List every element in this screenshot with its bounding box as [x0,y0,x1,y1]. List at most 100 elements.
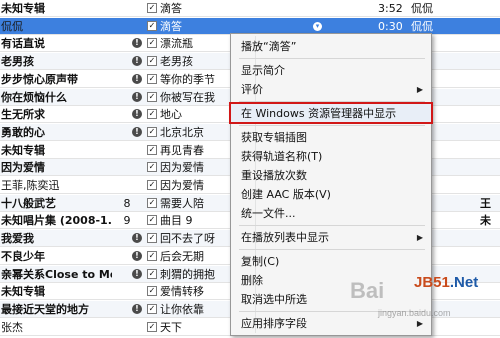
menu-item-label: 应用排序字段 [241,317,307,330]
album-cell: 生无所求 [1,108,45,121]
album-cell: 十八般武艺 [1,197,56,210]
status-icons: ✓ [132,0,158,17]
menu-item-4[interactable]: 获取专辑插图 [233,128,429,147]
menu-item-label: 获得轨道名称(T) [241,150,323,163]
missing-file-icon: ! [132,304,142,314]
album-cell: 未知专辑 [1,2,45,15]
menu-item-0[interactable]: 播放“滴答” [233,37,429,56]
album-cell: 你在烦恼什么 [1,91,67,104]
missing-file-icon: ! [132,56,142,66]
menu-item-label: 重设播放次数 [241,169,307,182]
menu-item-5[interactable]: 获得轨道名称(T) [233,147,429,166]
menu-separator [239,249,425,250]
missing-file-icon: ! [132,269,142,279]
track-checkbox[interactable]: ✓ [147,92,157,102]
track-checkbox[interactable]: ✓ [147,304,157,314]
menu-item-label: 在 Windows 资源管理器中显示 [241,107,397,120]
missing-file-icon: ! [132,127,142,137]
menu-separator [239,125,425,126]
status-icons: ! ✓ [132,71,158,88]
album-cell: 最接近天堂的地方 [1,303,89,316]
menu-item-11[interactable]: 删除 [233,271,429,290]
table-row[interactable]: 未知专辑 ✓ 滴答 3:52 侃侃 [0,0,500,17]
track-checkbox[interactable]: ✓ [147,180,157,190]
menu-item-label: 创建 AAC 版本(V) [241,188,331,201]
track-checkbox[interactable]: ✓ [147,286,157,296]
menu-item-3[interactable]: 在 Windows 资源管理器中显示 [233,104,429,123]
status-icons: ! ✓ [132,89,158,106]
status-icons: ! ✓ [132,230,158,247]
missing-file-icon: ! [132,109,142,119]
submenu-arrow-icon: ▶ [416,85,423,94]
menu-separator [239,58,425,59]
status-icons: ! ✓ [132,124,158,141]
track-checkbox[interactable]: ✓ [147,251,157,261]
track-checkbox[interactable]: ✓ [147,162,157,172]
track-checkbox[interactable]: ✓ [147,38,157,48]
menu-item-label: 播放“滴答” [241,40,297,53]
context-menu: 播放“滴答” 显示简介评价 ▶ 在 Windows 资源管理器中显示 获取专辑插图获得轨… [229,33,433,336]
track-checkbox[interactable]: ✓ [147,127,157,137]
menu-item-7[interactable]: 创建 AAC 版本(V) [233,185,429,204]
track-checkbox[interactable]: ✓ [147,145,157,155]
track-checkbox[interactable]: ✓ [147,74,157,84]
album-cell: 步步惊心原声带 [1,73,78,86]
status-icons: ! ✓ [132,35,158,52]
menu-item-1[interactable]: 显示简介 [233,61,429,80]
time-cell: 3:52 [378,2,403,15]
album-cell: 未知专辑 [1,144,45,157]
menu-item-label: 评价 [241,83,263,96]
album-cell: 未知唱片集 (2008-1... [1,214,112,227]
status-icons: ✓ [132,142,158,159]
album-cell: 张杰 [1,321,23,334]
album-cell: 亲幂关系Close to Me [1,268,112,281]
menu-item-label: 删除 [241,274,263,287]
album-cell: 未知专辑 [1,285,45,298]
menu-item-8[interactable]: 统一文件... [233,204,429,223]
album-cell: 侃侃 [1,20,23,33]
track-checkbox[interactable]: ✓ [147,322,157,332]
status-icons: ✓ [132,177,158,194]
status-icons: ! ✓ [132,106,158,123]
track-checkbox[interactable]: ✓ [147,215,157,225]
menu-item-label: 取消选中所选 [241,293,307,306]
menu-item-9[interactable]: 在播放列表中显示 ▶ [233,228,429,247]
menu-item-label: 显示简介 [241,64,285,77]
track-checkbox[interactable]: ✓ [147,56,157,66]
menu-separator [239,311,425,312]
status-icons: ✓ [132,319,158,336]
status-icons: ✓ [132,212,158,229]
submenu-arrow-icon: ▶ [416,233,423,242]
track-checkbox[interactable]: ✓ [147,198,157,208]
menu-item-12[interactable]: 取消选中所选 [233,290,429,309]
album-cell: 王菲,陈奕迅 [1,179,60,192]
menu-item-13[interactable]: 应用排序字段 ▶ [233,314,429,333]
status-icons: ✓ [132,195,158,212]
menu-item-6[interactable]: 重设播放次数 [233,166,429,185]
missing-file-icon: ! [132,92,142,102]
track-checkbox[interactable]: ✓ [147,269,157,279]
menu-item-label: 复制(C) [241,255,280,268]
album-cell: 我爱我 [1,232,34,245]
status-icons: ✓ [132,159,158,176]
truncated-cell: 未 [480,214,491,227]
menu-item-label: 统一文件... [241,207,296,220]
missing-file-icon: ! [132,74,142,84]
menu-item-label: 获取专辑插图 [241,131,307,144]
status-icons: ! ✓ [132,266,158,283]
track-checkbox[interactable]: ✓ [147,21,157,31]
album-cell: 老男孩 [1,55,34,68]
menu-item-10[interactable]: 复制(C) [233,252,429,271]
album-cell: 不良少年 [1,250,45,263]
menu-item-2[interactable]: 评价 ▶ [233,80,429,99]
status-icons: ! ✓ [132,248,158,265]
track-checkbox[interactable]: ✓ [147,3,157,13]
status-icons: ✓ [132,18,158,35]
track-checkbox[interactable]: ✓ [147,233,157,243]
status-icons: ✓ [132,283,158,300]
submenu-arrow-icon: ▶ [416,319,423,328]
artist-cell: 侃侃 [411,2,433,15]
status-icons: ! ✓ [132,301,158,318]
track-checkbox[interactable]: ✓ [147,109,157,119]
row-options-icon[interactable]: ▾ [313,22,322,31]
